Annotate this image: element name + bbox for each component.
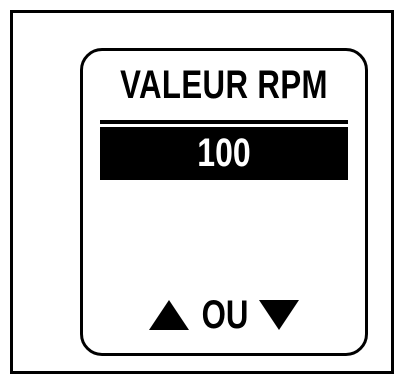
value-field[interactable]: 100	[100, 127, 348, 180]
screen-title: VALEUR RPM	[120, 63, 328, 107]
rpm-value: 100	[197, 131, 251, 175]
triangle-up-icon[interactable]	[149, 300, 189, 330]
adjust-instructions: OU	[83, 293, 365, 337]
or-label: OU	[201, 293, 249, 337]
gauge-screen: VALEUR RPM 100 OU	[80, 48, 368, 356]
illustration-frame: VALEUR RPM 100 OU	[10, 10, 394, 374]
triangle-down-icon[interactable]	[259, 300, 299, 330]
title-divider	[100, 120, 348, 124]
